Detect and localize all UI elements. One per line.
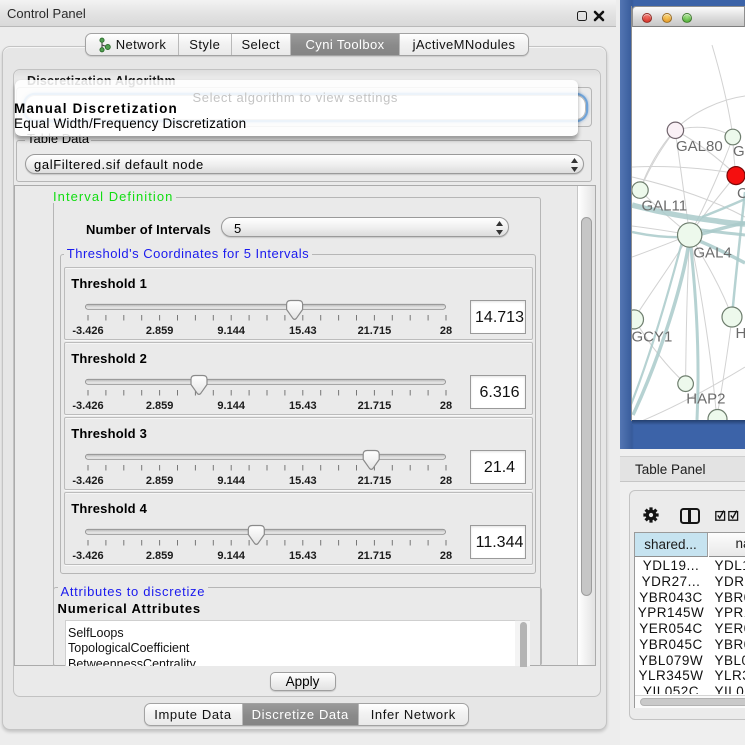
svg-text:-3.426: -3.426 <box>72 475 103 487</box>
svg-text:15.43: 15.43 <box>289 475 317 487</box>
svg-text:15.43: 15.43 <box>289 550 317 562</box>
svg-text:15.43: 15.43 <box>289 325 317 337</box>
svg-text:28: 28 <box>440 475 452 487</box>
svg-text:HAP2: HAP2 <box>686 391 725 408</box>
svg-text:28: 28 <box>440 400 452 412</box>
svg-text:28: 28 <box>440 325 452 337</box>
svg-text:9.144: 9.144 <box>217 475 245 487</box>
svg-text:G.: G. <box>733 143 745 160</box>
svg-text:-3.426: -3.426 <box>72 550 103 562</box>
svg-text:9.144: 9.144 <box>217 325 245 337</box>
svg-text:2.859: 2.859 <box>146 475 174 487</box>
svg-text:21.715: 21.715 <box>358 325 392 337</box>
svg-text:2.859: 2.859 <box>146 325 174 337</box>
svg-text:C: C <box>737 185 745 202</box>
svg-text:H: H <box>736 325 745 342</box>
svg-text:GAL80: GAL80 <box>676 138 723 155</box>
svg-text:15.43: 15.43 <box>289 400 317 412</box>
svg-text:2.859: 2.859 <box>146 550 174 562</box>
svg-text:28: 28 <box>440 550 452 562</box>
svg-text:9.144: 9.144 <box>217 400 245 412</box>
svg-text:2.859: 2.859 <box>146 400 174 412</box>
svg-text:21.715: 21.715 <box>358 550 392 562</box>
svg-text:GAL11: GAL11 <box>642 198 688 215</box>
svg-text:GCY1: GCY1 <box>632 329 672 346</box>
svg-text:GAL4: GAL4 <box>693 245 731 262</box>
svg-text:9.144: 9.144 <box>217 550 245 562</box>
svg-text:-3.426: -3.426 <box>72 325 103 337</box>
svg-text:-3.426: -3.426 <box>72 400 103 412</box>
svg-text:21.715: 21.715 <box>358 400 392 412</box>
svg-text:21.715: 21.715 <box>358 475 392 487</box>
